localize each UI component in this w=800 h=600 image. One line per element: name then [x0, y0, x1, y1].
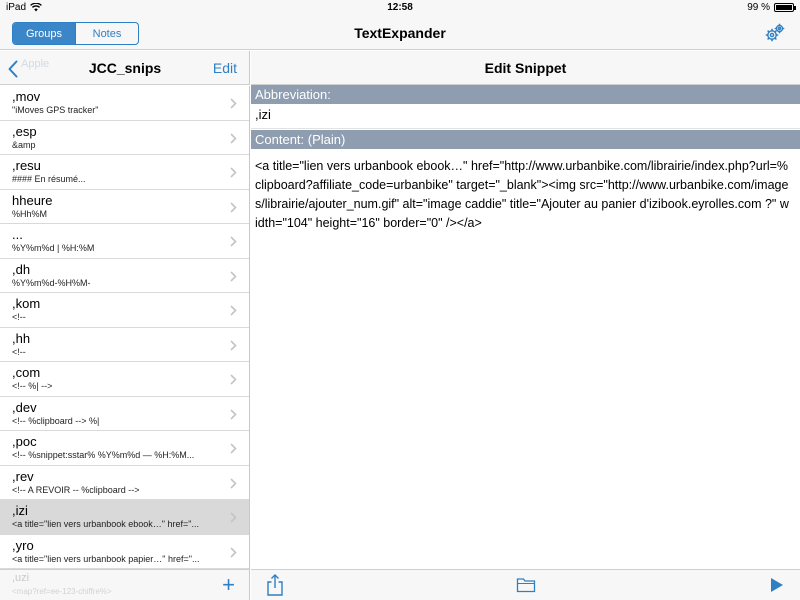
snippet-abbreviation: ,rev — [12, 468, 34, 484]
snippet-preview: %Y%m%d | %H:%M — [12, 243, 95, 253]
status-time: 12:58 — [387, 2, 413, 13]
snippet-preview: <!-- %snippet:sstar% %Y%m%d — %H:%M... — [12, 450, 195, 460]
share-button[interactable] — [265, 573, 285, 597]
snippet-preview: <!-- — [12, 346, 26, 357]
snippet-abbreviation: ,kom — [12, 296, 41, 311]
snippet-abbreviation: ,hh — [12, 330, 31, 346]
snippet-row[interactable]: ,poc <!-- %snippet:sstar% %Y%m%d — %H:%M.… — [0, 431, 249, 466]
chevron-right-icon — [230, 339, 237, 351]
battery-percent: 99 % — [747, 2, 770, 13]
edit-button[interactable]: Edit — [213, 60, 237, 76]
snippet-abbreviation: ,izi — [12, 503, 28, 518]
abbreviation-field[interactable]: ,izi — [251, 104, 800, 129]
snippet-preview: <a title="lien vers urbanbook ebook…" hr… — [12, 519, 199, 529]
snippet-list: ,mov "iMoves GPS tracker" ,esp &amp ,resu ###… — [0, 86, 250, 569]
snippet-row[interactable]: ,hh <!-- — [0, 328, 249, 362]
snippet-row[interactable]: ,dh %Y%m%d-%H%M- — [0, 259, 249, 293]
snippet-row[interactable]: ,resu #### En résumé... — [0, 155, 249, 190]
chevron-right-icon — [230, 201, 237, 213]
snippet-abbreviation: ,yro — [12, 537, 34, 553]
chevron-right-icon — [230, 270, 237, 282]
snippet-abbreviation: ... — [12, 227, 23, 242]
content-textarea[interactable]: <a title="lien vers urbanbook ebook…" hr… — [251, 149, 800, 564]
chevron-right-icon — [230, 477, 237, 489]
battery-icon — [774, 3, 796, 12]
snippet-preview: <a title="lien vers urbanbook papier…" h… — [12, 553, 200, 564]
editor-title: Edit Snippet — [484, 60, 567, 76]
gears-icon — [765, 23, 785, 42]
snippet-preview: %Hh%M — [12, 208, 48, 219]
chevron-right-icon — [230, 443, 237, 454]
snippet-row[interactable]: ,rev <!-- A REVOIR -- %clipboard --> — [0, 466, 249, 500]
snippet-preview: <!-- — [12, 312, 26, 322]
snippet-row[interactable]: ,izi <a title="lien vers urbanbook ebook…… — [0, 500, 249, 535]
snippet-preview: <!-- %| --> — [12, 381, 53, 391]
status-bar: iPad 12:58 99 % — [0, 0, 800, 16]
snippet-row[interactable]: ,esp &amp — [0, 121, 249, 155]
snippet-row[interactable]: ,mov "iMoves GPS tracker" — [0, 86, 249, 121]
chevron-right-icon — [230, 408, 237, 420]
chevron-right-icon — [230, 98, 237, 109]
app-title: TextExpander — [354, 25, 446, 41]
editor-header: Edit Snippet — [251, 51, 800, 85]
snippet-abbreviation: ,mov — [12, 89, 41, 104]
snippet-abbreviation: ,resu — [12, 158, 41, 173]
snippet-row[interactable]: ,yro <a title="lien vers urbanbook papier… — [0, 535, 249, 569]
folder-icon — [516, 578, 536, 593]
snippet-abbreviation: ,com — [12, 365, 41, 380]
chevron-right-icon — [230, 167, 237, 178]
chevron-right-icon — [230, 132, 237, 144]
chevron-right-icon — [230, 305, 237, 316]
snippet-preview: <!-- A REVOIR -- %clipboard --> — [12, 484, 140, 495]
battery-level — [776, 5, 792, 10]
abbreviation-section-header: Abbreviation: — [251, 85, 800, 104]
share-icon — [267, 574, 283, 596]
snippet-abbreviation: ,dev — [12, 399, 37, 415]
scrolled-row-abbreviation: ,uzi — [12, 572, 30, 584]
snippet-preview: "iMoves GPS tracker" — [12, 105, 99, 115]
chevron-right-icon — [230, 374, 237, 385]
snippet-abbreviation: ,dh — [12, 261, 31, 277]
expand-snippet-button[interactable] — [770, 577, 784, 593]
snippet-preview: &amp — [12, 139, 36, 150]
snippet-abbreviation: ,esp — [12, 123, 37, 139]
settings-button[interactable] — [764, 22, 786, 44]
add-snippet-button[interactable]: + — [222, 574, 235, 596]
snippet-row[interactable]: ,dev <!-- %clipboard --> %| — [0, 397, 249, 431]
snippet-list-header: Apple JCC_snips Edit — [0, 51, 250, 85]
editor-toolbar — [251, 569, 800, 600]
snippet-row[interactable]: ,com <!-- %| --> — [0, 362, 249, 397]
snippet-abbreviation: ,poc — [12, 434, 37, 449]
snippet-preview: #### En résumé... — [12, 174, 86, 184]
folder-button[interactable] — [516, 576, 536, 594]
snippet-preview: %Y%m%d-%H%M- — [12, 277, 91, 288]
top-nav-bar: Groups Notes TextExpander — [0, 16, 800, 50]
status-right: 99 % — [747, 2, 796, 13]
snippet-list-footer: ,uzi <map?ref=ee-123-chiffre%> + — [0, 569, 250, 600]
snippet-row[interactable]: hheure %Hh%M — [0, 190, 249, 224]
chevron-right-icon — [230, 236, 237, 247]
scrolled-row-preview: <map?ref=ee-123-chiffre%> — [12, 587, 112, 596]
play-icon — [771, 578, 783, 592]
snippet-preview: <!-- %clipboard --> %| — [12, 415, 100, 426]
snippet-row[interactable]: ... %Y%m%d | %H:%M — [0, 224, 249, 259]
chevron-right-icon — [230, 512, 237, 523]
snippet-abbreviation: hheure — [12, 192, 53, 208]
content-section-header: Content: (Plain) — [251, 130, 800, 149]
snippet-row[interactable]: ,kom <!-- — [0, 293, 249, 328]
chevron-right-icon — [230, 546, 237, 558]
